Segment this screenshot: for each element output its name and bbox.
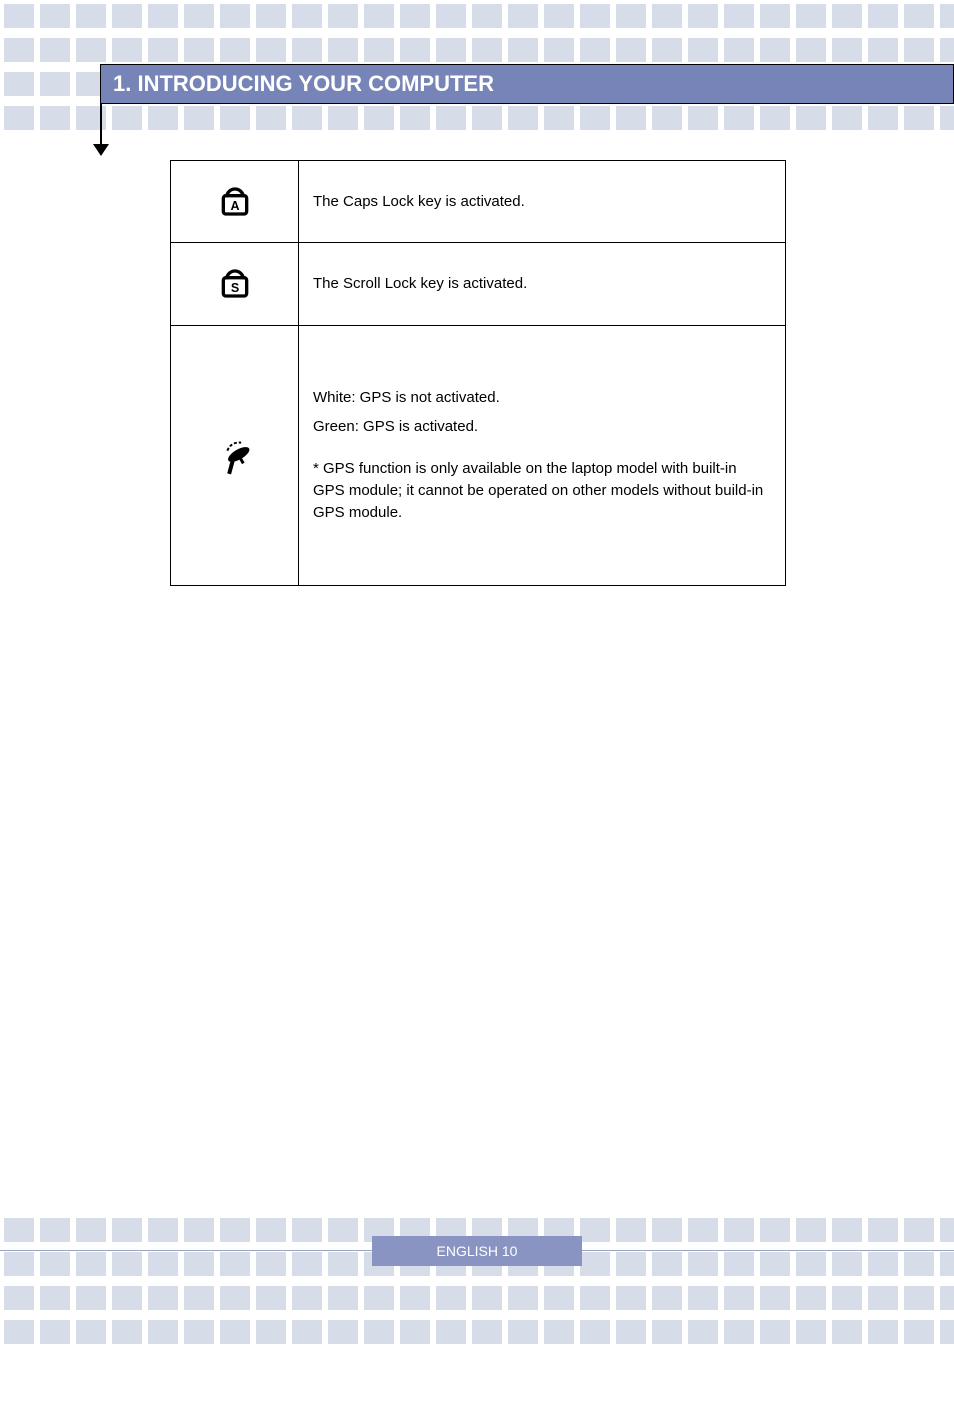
caps-lock-icon-cell: A xyxy=(171,161,299,243)
section-title: 1. INTRODUCING YOUR COMPUTER xyxy=(113,71,494,97)
svg-text:S: S xyxy=(230,281,238,295)
satellite-icon xyxy=(211,428,259,476)
arrow-stem xyxy=(100,104,102,148)
satellite-icon-cell xyxy=(171,325,299,585)
svg-text:A: A xyxy=(230,199,239,213)
page-indicator: ENGLISH 10 xyxy=(372,1236,582,1266)
scroll-lock-desc: The Scroll Lock key is activated. xyxy=(299,243,786,325)
table-row: A The Caps Lock key is activated. xyxy=(171,161,786,243)
satellite-desc: White: GPS is not activated. Green: GPS … xyxy=(299,325,786,585)
table-row: S The Scroll Lock key is activated. xyxy=(171,243,786,325)
arrow-down-icon xyxy=(93,144,109,156)
caps-lock-icon: A xyxy=(215,179,255,219)
scroll-lock-icon: S xyxy=(215,261,255,301)
table-row: White: GPS is not activated. Green: GPS … xyxy=(171,325,786,585)
scroll-lock-icon-cell: S xyxy=(171,243,299,325)
icon-table: A The Caps Lock key is activated. S The … xyxy=(170,160,786,586)
caps-lock-desc: The Caps Lock key is activated. xyxy=(299,161,786,243)
section-header: 1. INTRODUCING YOUR COMPUTER xyxy=(100,64,954,104)
